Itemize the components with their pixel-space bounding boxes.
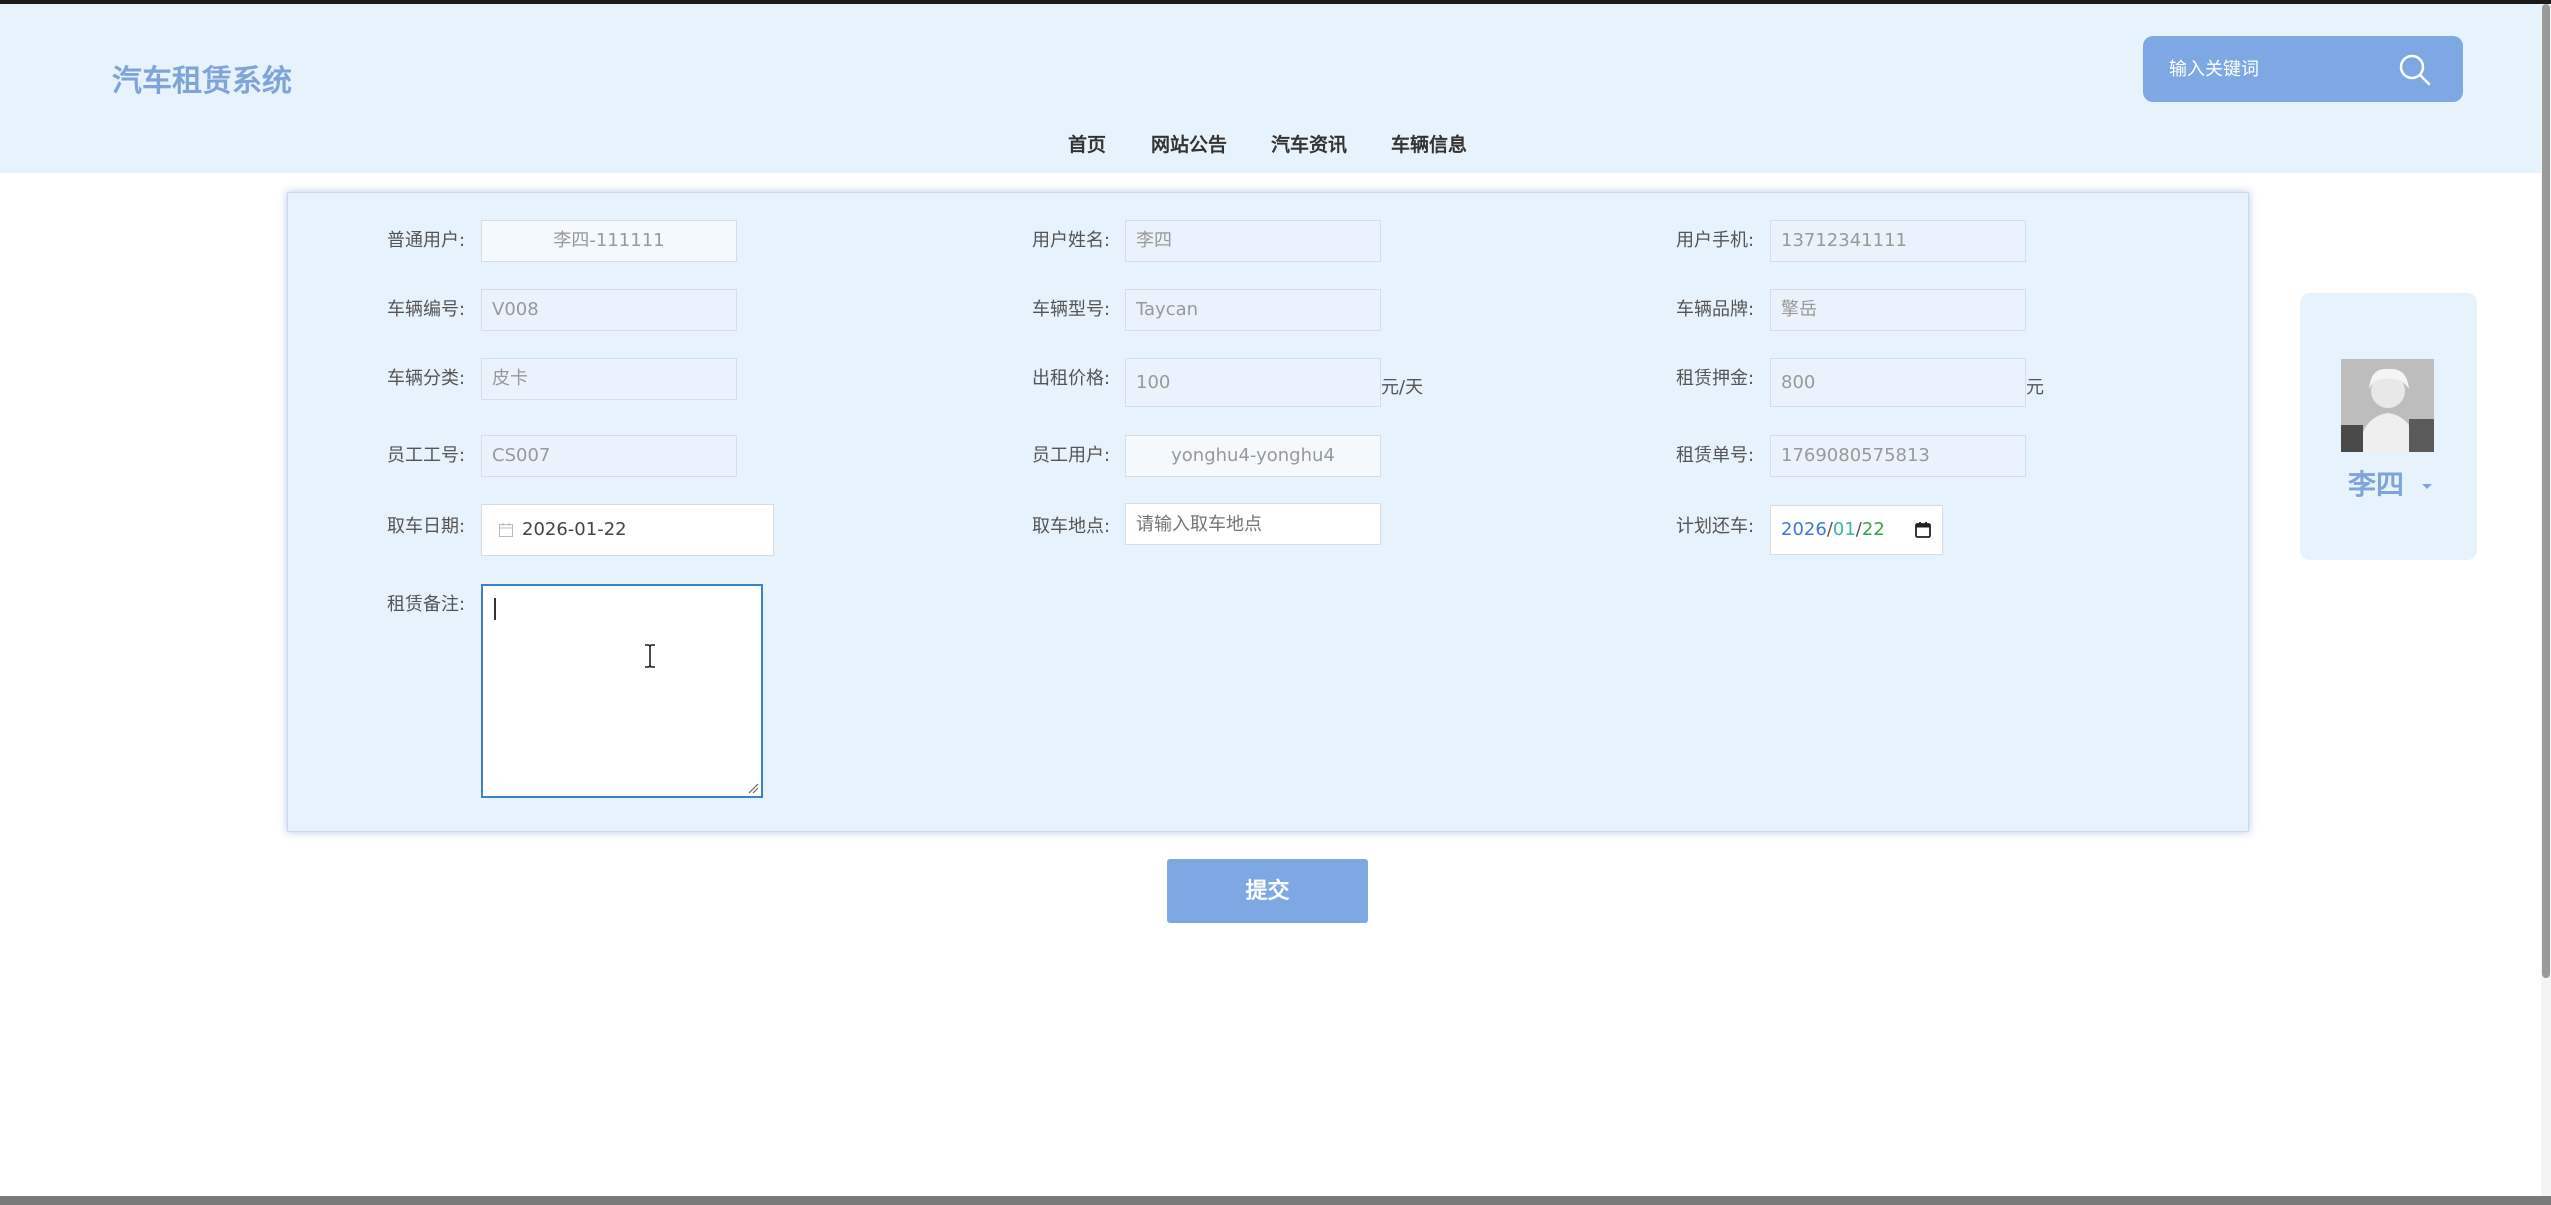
- planned-return-label: 计划还车:: [1676, 516, 1755, 537]
- vehicle-model-field[interactable]: Taycan: [1125, 289, 1381, 331]
- remarks-label: 租赁备注:: [387, 594, 466, 615]
- staff-user-label: 员工用户:: [1032, 445, 1111, 466]
- window-bottom-edge: [0, 1196, 2551, 1205]
- calendar-icon: [499, 523, 513, 537]
- order-no-field[interactable]: 1769080575813: [1770, 435, 2026, 477]
- vehicle-category-field[interactable]: 皮卡: [481, 358, 737, 400]
- rental-price-unit: 元/天: [1381, 377, 1424, 398]
- pickup-date-field[interactable]: 2026-01-22: [481, 504, 774, 556]
- user-name-menu[interactable]: 李四: [2348, 463, 2434, 503]
- text-caret: [494, 598, 496, 620]
- deposit-label: 租赁押金:: [1676, 368, 1755, 389]
- staff-no-label: 员工工号:: [387, 445, 466, 466]
- site-logo-title[interactable]: 汽车租赁系统: [112, 56, 292, 100]
- avatar-image: [2341, 359, 2434, 452]
- user-name-field[interactable]: 李四: [1125, 220, 1381, 262]
- caret-down-icon: [2421, 484, 2432, 489]
- page-scrollbar-thumb[interactable]: [2542, 4, 2550, 978]
- nav-car-news[interactable]: 汽车资讯: [1271, 130, 1347, 157]
- planned-return-month[interactable]: 01: [1833, 519, 1856, 540]
- user-phone-label: 用户手机:: [1676, 230, 1755, 251]
- vehicle-brand-field[interactable]: 擎岳: [1770, 289, 2026, 331]
- ordinary-user-label: 普通用户:: [387, 230, 466, 251]
- vehicle-no-label: 车辆编号:: [387, 299, 466, 320]
- order-no-label: 租赁单号:: [1676, 445, 1755, 466]
- pickup-location-input[interactable]: [1125, 503, 1381, 545]
- ibeam-cursor-icon: [645, 644, 655, 668]
- pickup-location-label: 取车地点:: [1032, 516, 1111, 537]
- planned-return-year[interactable]: 2026: [1781, 519, 1827, 540]
- vehicle-brand-label: 车辆品牌:: [1676, 299, 1755, 320]
- staff-user-field[interactable]: yonghu4-yonghu4: [1125, 435, 1381, 477]
- planned-return-date-field[interactable]: 2026/01/22: [1770, 505, 1943, 555]
- search-icon[interactable]: [2395, 50, 2435, 90]
- nav-vehicle-info[interactable]: 车辆信息: [1391, 130, 1467, 157]
- pickup-date-value: 2026-01-22: [522, 519, 627, 540]
- user-avatar[interactable]: [2341, 359, 2434, 452]
- deposit-unit: 元: [2026, 377, 2044, 398]
- submit-button[interactable]: 提交: [1167, 859, 1368, 923]
- user-name-label: 用户姓名:: [1032, 230, 1111, 251]
- user-phone-field[interactable]: 13712341111: [1770, 220, 2026, 262]
- pickup-date-label: 取车日期:: [387, 516, 466, 537]
- planned-return-day[interactable]: 22: [1862, 519, 1885, 540]
- vehicle-model-label: 车辆型号:: [1032, 299, 1111, 320]
- ordinary-user-field[interactable]: 李四-111111: [481, 220, 737, 262]
- rental-price-field[interactable]: 100: [1125, 358, 1381, 407]
- user-display-name: 李四: [2348, 468, 2405, 501]
- site-header: 汽车租赁系统 首页 网站公告 汽车资讯 车辆信息: [0, 4, 2541, 173]
- nav-announcements[interactable]: 网站公告: [1151, 130, 1227, 157]
- deposit-field[interactable]: 800: [1770, 358, 2026, 407]
- rental-price-label: 出租价格:: [1032, 368, 1111, 389]
- remarks-textarea[interactable]: [481, 584, 763, 798]
- search-box: [2143, 36, 2463, 102]
- vehicle-no-field[interactable]: V008: [481, 289, 737, 331]
- calendar-picker-icon[interactable]: [1914, 521, 1932, 539]
- nav-home[interactable]: 首页: [1068, 130, 1106, 157]
- vehicle-category-label: 车辆分类:: [387, 368, 466, 389]
- resize-handle-icon[interactable]: [747, 782, 759, 794]
- user-panel: 李四: [2300, 293, 2477, 560]
- staff-no-field[interactable]: CS007: [481, 435, 737, 477]
- search-input[interactable]: [2169, 54, 2389, 84]
